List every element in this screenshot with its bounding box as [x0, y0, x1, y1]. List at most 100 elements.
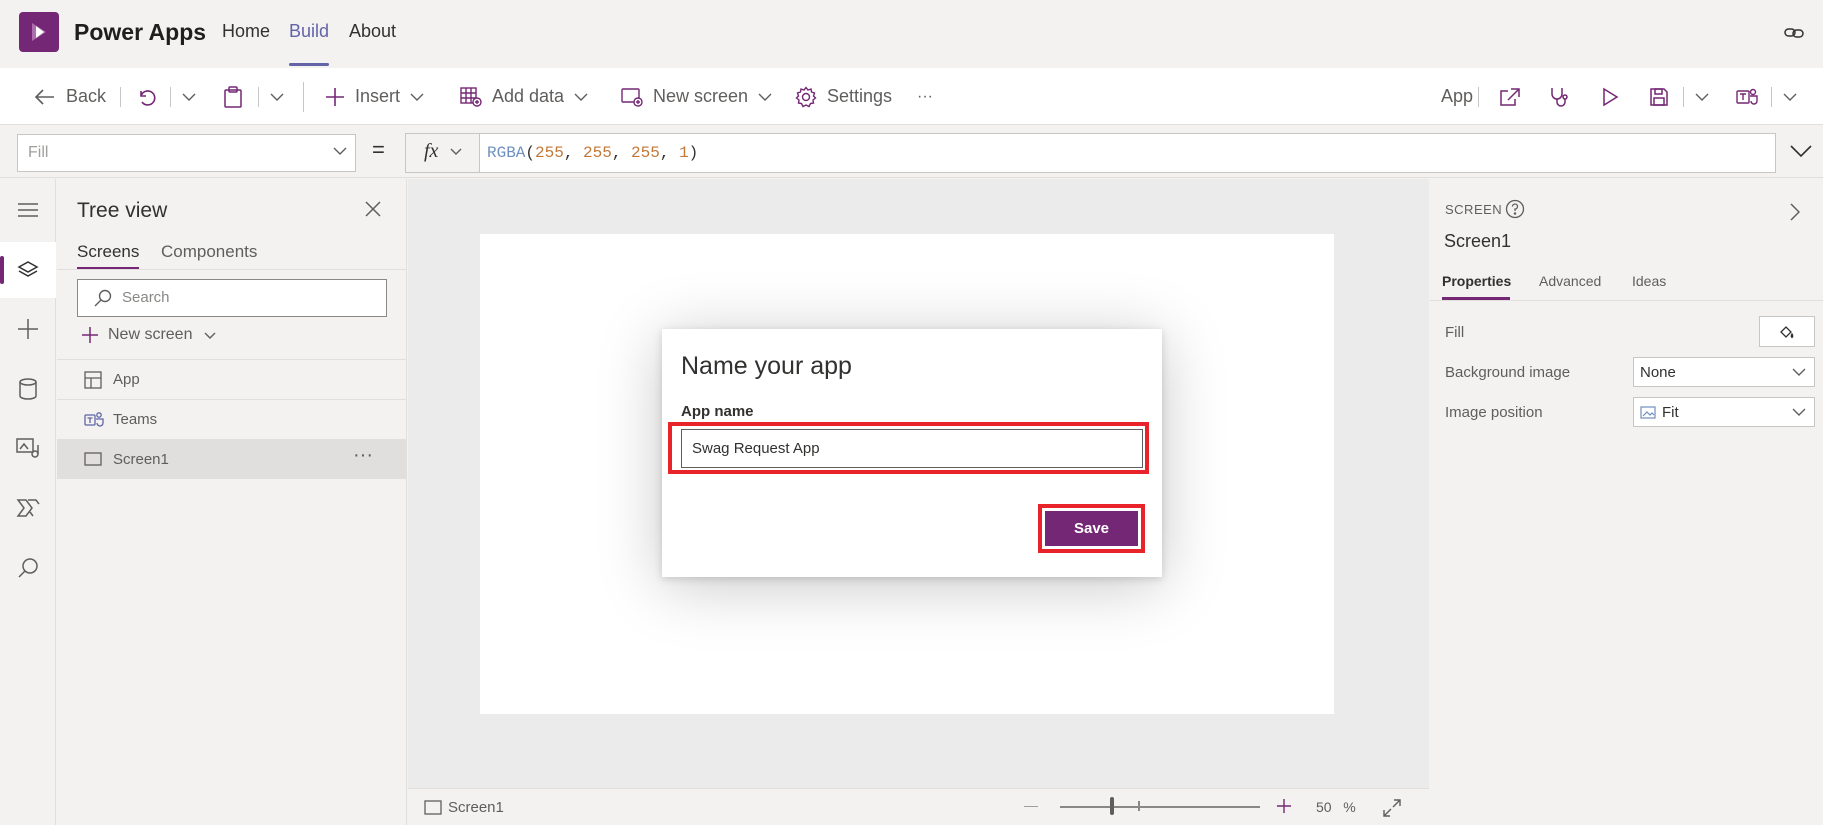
power-automate-rail-button[interactable] [12, 492, 44, 524]
new-screen-tree-button[interactable]: New screen [81, 326, 216, 344]
zoom-level: 50 % [1316, 799, 1356, 815]
share-button[interactable] [1499, 68, 1531, 125]
save-button[interactable]: Save [1045, 511, 1138, 546]
command-bar: Back Insert Add data New screen Settings… [0, 68, 1823, 125]
current-screen-label: Screen1 [448, 799, 504, 816]
chevron-down-icon [182, 93, 196, 101]
formula-arg: 255 [583, 144, 612, 162]
tree-item-teams[interactable]: Teams [57, 399, 406, 439]
insert-label: Insert [355, 86, 401, 106]
formula-separator: , [563, 144, 584, 162]
settings-button[interactable]: Settings [795, 68, 892, 125]
search-rail-button[interactable] [12, 552, 44, 584]
app-name-input[interactable]: Swag Request App [681, 429, 1143, 468]
teams-dropdown[interactable] [1783, 68, 1807, 125]
data-rail-button[interactable] [12, 373, 44, 405]
paste-dropdown[interactable] [270, 68, 294, 125]
formula-separator: , [611, 144, 632, 162]
search-icon [18, 558, 38, 578]
share-icon [1500, 87, 1520, 106]
fx-button[interactable]: fx [405, 133, 480, 173]
status-bar: Screen1 50 % [408, 788, 1429, 825]
zoom-slider-tick [1138, 801, 1140, 811]
more-commands-button[interactable]: ··· [917, 68, 933, 125]
divider [258, 87, 259, 107]
media-rail-button[interactable] [12, 432, 44, 464]
paste-button[interactable] [223, 68, 253, 125]
zoom-in-button[interactable] [1276, 798, 1292, 814]
expand-formula-button[interactable] [1790, 145, 1812, 157]
close-tree-view-button[interactable] [365, 201, 381, 217]
formula-arg: 1 [679, 144, 689, 162]
collapse-pane-button[interactable] [1790, 203, 1800, 221]
zoom-out-button[interactable] [1024, 806, 1038, 807]
background-image-dropdown[interactable]: None [1633, 357, 1815, 387]
close-icon [365, 201, 381, 217]
add-data-label: Add data [492, 86, 565, 106]
database-icon [19, 378, 37, 400]
dialog-title: Name your app [681, 352, 852, 380]
link-icon[interactable] [1783, 22, 1805, 44]
zoom-slider[interactable] [1060, 806, 1260, 808]
add-data-button[interactable]: Add data [460, 68, 588, 125]
tab-properties[interactable]: Properties [1442, 273, 1511, 289]
hamburger-menu-button[interactable] [12, 194, 44, 226]
new-screen-button[interactable]: New screen [621, 68, 772, 125]
expand-icon [1383, 799, 1401, 817]
formula-paren-open: ( [525, 144, 536, 162]
tree-item-label: App [113, 371, 140, 388]
more-options-button[interactable]: ··· [353, 444, 373, 467]
background-image-label: Background image [1445, 364, 1571, 381]
zoom-slider-thumb[interactable] [1110, 797, 1114, 815]
app-label[interactable]: App [1441, 68, 1473, 125]
tree-item-screen1[interactable]: Screen1 ··· [57, 439, 406, 479]
tree-search-input[interactable]: Search [77, 279, 387, 317]
divider [170, 87, 171, 107]
screen-icon [424, 800, 442, 815]
save-command-button[interactable] [1649, 68, 1679, 125]
app-checker-button[interactable] [1549, 68, 1581, 125]
divider [57, 269, 406, 270]
zoom-value: 50 [1316, 799, 1332, 815]
property-dropdown[interactable]: Fill [17, 134, 356, 172]
chevron-down-icon [574, 93, 588, 101]
plus-icon [18, 319, 38, 339]
tree-view-title: Tree view [77, 199, 168, 222]
help-button[interactable] [1505, 199, 1525, 219]
layers-icon [17, 261, 39, 277]
settings-label: Settings [827, 86, 893, 106]
tree-view-button[interactable] [12, 254, 44, 286]
divider [120, 87, 121, 107]
publish-teams-button[interactable] [1736, 68, 1768, 125]
undo-button[interactable] [136, 68, 166, 125]
tab-components[interactable]: Components [161, 242, 257, 262]
fit-to-window-button[interactable] [1382, 798, 1402, 818]
tab-advanced[interactable]: Advanced [1539, 273, 1601, 289]
nav-build[interactable]: Build [289, 21, 329, 42]
image-icon [1640, 405, 1656, 419]
image-position-label: Image position [1445, 404, 1543, 421]
back-button[interactable]: Back [34, 68, 106, 125]
new-screen-tree-label: New screen [108, 326, 193, 343]
nav-about[interactable]: About [349, 21, 396, 42]
save-dropdown[interactable] [1695, 68, 1719, 125]
tab-ideas[interactable]: Ideas [1632, 273, 1666, 289]
background-image-value: None [1640, 363, 1676, 381]
formula-input[interactable]: RGBA(255, 255, 255, 1) [479, 133, 1776, 173]
save-icon [1650, 87, 1668, 106]
control-name[interactable]: Screen1 [1444, 231, 1511, 252]
current-screen-selector[interactable]: Screen1 [424, 799, 504, 816]
tab-screens[interactable]: Screens [77, 242, 139, 262]
tree-item-label: Teams [113, 411, 158, 428]
insert-button[interactable]: Insert [325, 68, 424, 125]
power-apps-logo[interactable] [19, 12, 59, 52]
preview-button[interactable] [1600, 68, 1630, 125]
image-position-dropdown[interactable]: Fit [1633, 397, 1815, 427]
fill-color-picker[interactable] [1759, 316, 1815, 347]
tree-item-app[interactable]: App [57, 359, 406, 399]
insert-rail-button[interactable] [12, 313, 44, 345]
nav-home[interactable]: Home [222, 21, 270, 42]
formula-paren-close: ) [688, 144, 699, 162]
undo-dropdown[interactable] [182, 68, 206, 125]
app-title: Power Apps [74, 19, 207, 45]
